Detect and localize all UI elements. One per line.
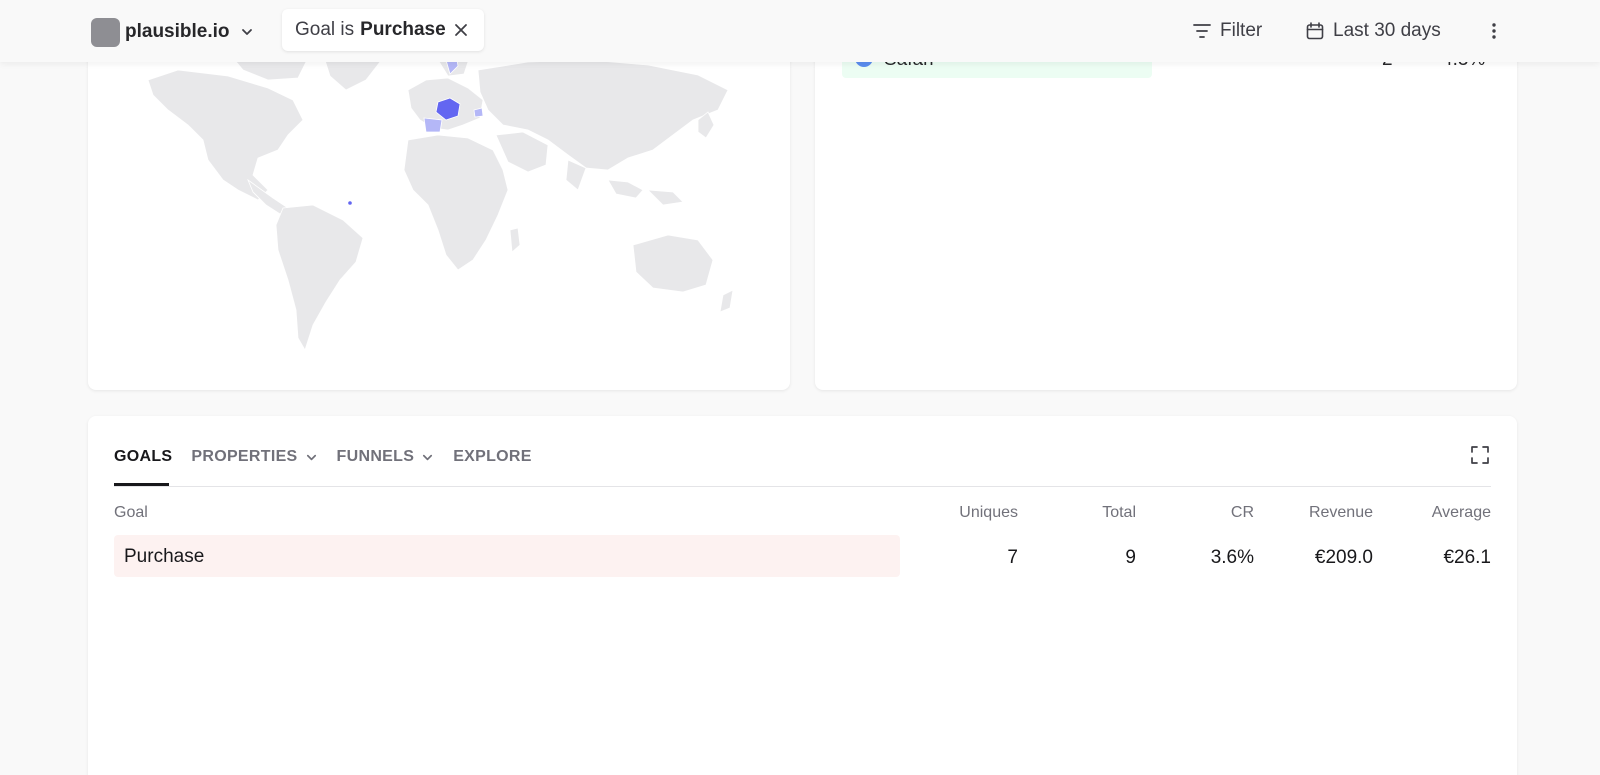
goal-revenue: €209.0 (1314, 547, 1373, 568)
site-picker[interactable]: plausible.io (91, 17, 254, 47)
tab-explore[interactable]: EXPLORE (453, 448, 532, 466)
column-header-cr[interactable]: CR (1231, 504, 1254, 522)
more-vertical-icon[interactable] (1484, 19, 1504, 43)
tab-label: EXPLORE (453, 448, 532, 465)
site-favicon (91, 17, 120, 47)
tab-goals[interactable]: GOALS (114, 448, 172, 466)
goal-name[interactable]: Purchase (124, 546, 204, 568)
date-range-label: Last 30 days (1333, 20, 1441, 41)
filter-icon (1193, 24, 1211, 38)
close-icon[interactable] (452, 21, 470, 39)
goal-filter-pill[interactable]: Goal is Purchase (282, 9, 484, 51)
filter-button-label: Filter (1220, 20, 1263, 41)
chevron-down-icon (306, 454, 316, 460)
tab-label: GOALS (114, 448, 173, 465)
map-country-caribbean (348, 201, 352, 205)
column-header-goal: Goal (114, 504, 148, 521)
column-header-uniques[interactable]: Uniques (959, 504, 1018, 522)
date-range-button[interactable]: Last 30 days (1305, 18, 1441, 44)
map-country-hungary (473, 107, 484, 118)
goals-card: GOALS PROPERTIES FUNNELS EXPLORE Goal Un… (88, 416, 1517, 775)
column-header-average[interactable]: Average (1432, 504, 1491, 522)
column-header-total[interactable]: Total (1102, 504, 1136, 522)
filter-button[interactable]: Filter (1192, 18, 1262, 44)
table-row[interactable]: Purchase 7 9 3.6% €209.0 €26.1 (114, 535, 1491, 577)
tab-label: FUNNELS (336, 448, 415, 465)
tab-funnels[interactable]: FUNNELS (337, 448, 435, 466)
goal-uniques: 7 (1007, 547, 1018, 568)
goals-tabs: GOALS PROPERTIES FUNNELS EXPLORE (114, 444, 551, 470)
site-name: plausible.io (125, 21, 230, 42)
goal-bar (114, 535, 900, 577)
tab-label: PROPERTIES (191, 448, 298, 465)
goal-average: €26.1 (1443, 547, 1491, 568)
world-map[interactable] (108, 40, 768, 360)
column-header-revenue[interactable]: Revenue (1309, 504, 1373, 522)
top-bar: plausible.io Goal is Purchase Filter Las… (0, 0, 1600, 62)
map-country-spain (423, 117, 443, 133)
expand-icon[interactable] (1469, 444, 1491, 466)
goal-cr: 3.6% (1210, 547, 1254, 568)
chevron-down-icon (423, 454, 433, 460)
table-header: Goal Uniques Total CR Revenue Average (114, 504, 1491, 526)
calendar-icon (1306, 22, 1324, 40)
tabs-divider (114, 486, 1491, 487)
goal-total: 9 (1125, 547, 1136, 568)
chevron-down-icon (241, 29, 252, 35)
tab-properties[interactable]: PROPERTIES (191, 448, 317, 466)
filter-pill-prefix: Goal is (295, 19, 355, 40)
filter-pill-value: Purchase (360, 19, 446, 40)
